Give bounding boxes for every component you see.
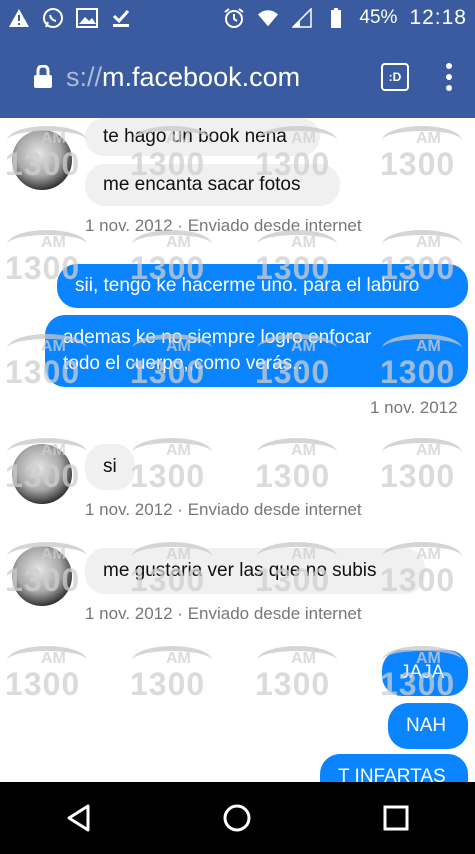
- message-meta: 1 nov. 2012 · Enviado desde internet: [85, 216, 362, 235]
- message-bubble-outgoing: NAH: [388, 703, 468, 749]
- battery-percent: 45%: [359, 7, 398, 28]
- url-host: m.facebook.com: [102, 61, 301, 92]
- message-bubble-incoming: me gustaria ver las que no subis: [85, 548, 425, 594]
- whatsapp-icon: [42, 7, 64, 29]
- lock-icon: [30, 62, 56, 92]
- browser-url-bar: s://m.facebook.com :D: [0, 36, 475, 118]
- back-icon[interactable]: [59, 798, 99, 838]
- message-thread: te hago un book nena me encanta sacar fo…: [0, 118, 475, 782]
- message-bubble-outgoing: sii, tengo ke hacerme uno. para el labur…: [57, 264, 468, 308]
- recent-apps-icon[interactable]: [376, 798, 416, 838]
- signal-icon: [291, 7, 313, 29]
- home-icon[interactable]: [217, 798, 257, 838]
- clock: 12:18: [409, 6, 467, 29]
- warning-icon: [8, 7, 30, 29]
- tab-switcher-button[interactable]: :D: [381, 63, 409, 91]
- message-meta: 1 nov. 2012 · Enviado desde internet: [85, 500, 362, 519]
- message-line: ademas ke no siempre logro enfocar: [63, 327, 372, 348]
- overflow-menu-icon[interactable]: [445, 63, 453, 91]
- avatar[interactable]: [12, 444, 72, 504]
- status-bar: 45% 12:18: [0, 0, 475, 36]
- battery-icon: [325, 7, 347, 29]
- gallery-icon: [76, 7, 98, 29]
- message-bubble-incoming: me encanta sacar fotos: [85, 164, 340, 206]
- message-line: todo el cuerpo,,como verás..: [63, 353, 303, 374]
- alarm-icon: [223, 7, 245, 29]
- message-bubble-incoming: te hago un book nena: [85, 118, 320, 156]
- avatar[interactable]: [12, 130, 72, 190]
- message-meta: 1 nov. 2012 · Enviado desde internet: [85, 604, 362, 623]
- wifi-icon: [257, 7, 279, 29]
- message-bubble-outgoing: ademas ke no siempre logro enfocar todo …: [45, 315, 468, 387]
- download-done-icon: [110, 7, 132, 29]
- avatar[interactable]: [12, 546, 72, 606]
- message-bubble-outgoing: T INFARTAS: [320, 754, 468, 782]
- message-bubble-incoming: si: [85, 444, 135, 490]
- url-field[interactable]: s://m.facebook.com: [66, 62, 381, 93]
- message-bubble-outgoing: JAJA: [382, 650, 468, 696]
- message-meta: 1 nov. 2012: [370, 398, 458, 417]
- url-scheme: s://: [66, 61, 103, 92]
- navigation-bar: [0, 782, 475, 854]
